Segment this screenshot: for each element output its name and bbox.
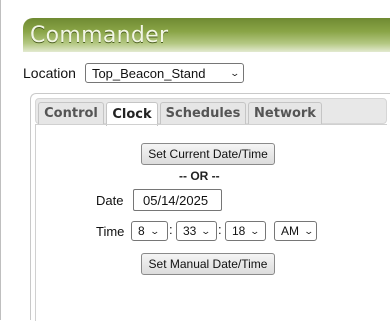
date-label: Date [96, 193, 124, 208]
set-current-datetime-button[interactable]: Set Current Date/Time [141, 143, 275, 165]
time-colon: : [218, 222, 222, 237]
set-manual-datetime-button[interactable]: Set Manual Date/Time [141, 253, 275, 275]
tab-network[interactable]: Network [248, 102, 322, 124]
date-field-value: 05/14/2025 [143, 192, 209, 208]
clock-tab-content: Set Current Date/Time -- OR -- Date 05/1… [35, 124, 387, 321]
minute-select[interactable]: 33 ⌄ [176, 221, 217, 241]
tab-control[interactable]: Control [38, 102, 104, 124]
tab-control-label: Control [44, 106, 98, 121]
tab-clock-label: Clock [112, 107, 152, 122]
chevron-down-icon: ⌄ [303, 225, 315, 236]
location-select-value: Top_Beacon_Stand [91, 65, 206, 81]
tab-network-label: Network [254, 106, 316, 121]
date-field[interactable]: 05/14/2025 [133, 189, 222, 211]
tab-clock[interactable]: Clock [106, 102, 158, 126]
minute-select-value: 33 [183, 224, 197, 238]
tab-schedules[interactable]: Schedules [160, 102, 246, 124]
tabs-panel: Control Clock Schedules Network Set Curr… [30, 93, 390, 321]
chevron-down-icon: ⌄ [149, 225, 160, 236]
hour-select[interactable]: 8 ⌄ [131, 221, 168, 241]
time-label: Time [96, 224, 125, 239]
ampm-select-value: AM [281, 224, 299, 238]
second-select-value: 18 [232, 224, 246, 238]
tab-schedules-label: Schedules [165, 106, 241, 121]
location-label: Location [23, 65, 76, 81]
app-header: Commander [23, 18, 390, 52]
time-colon: : [169, 222, 173, 237]
app-title: Commander [30, 23, 169, 48]
chevron-down-icon: ⌄ [249, 225, 261, 236]
ampm-select[interactable]: AM ⌄ [274, 221, 317, 241]
app-window: Commander Location Top_Beacon_Stand ⌄ Co… [0, 0, 390, 321]
chevron-down-icon: ⌄ [229, 67, 241, 78]
location-select[interactable]: Top_Beacon_Stand ⌄ [84, 63, 244, 83]
tab-bar: Control Clock Schedules Network [35, 98, 387, 126]
or-separator: -- OR -- [179, 169, 220, 183]
hour-select-value: 8 [138, 224, 145, 238]
chevron-down-icon: ⌄ [200, 225, 212, 236]
location-row: Location Top_Beacon_Stand ⌄ [23, 63, 244, 83]
second-select[interactable]: 18 ⌄ [225, 221, 266, 241]
